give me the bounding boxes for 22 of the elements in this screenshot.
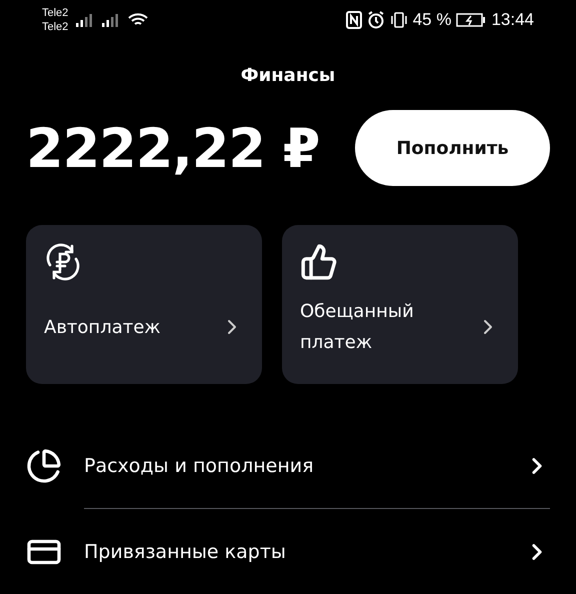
battery-charging-icon <box>456 12 486 27</box>
payment-card[interactable]: Обещанный платеж <box>282 225 518 384</box>
carrier-name: Tele2 <box>42 20 68 34</box>
page-title: Финансы <box>240 65 336 86</box>
battery-percent: 45 % <box>412 10 452 30</box>
card-label: Обещанный платеж <box>300 300 415 356</box>
carrier-name: Tele2 <box>42 6 68 20</box>
nfc-icon <box>346 10 362 29</box>
top-up-button[interactable]: Пополнить <box>355 110 550 186</box>
balance-amount: 2222,22 ₽ <box>26 116 320 180</box>
signal-icon <box>76 12 94 27</box>
card-label: Автоплатеж <box>44 316 160 340</box>
payment-card[interactable]: Автоплатеж <box>26 225 262 384</box>
ruble-cycle-icon <box>44 243 82 282</box>
alarm-icon <box>366 10 385 29</box>
thumbs-up-icon <box>300 243 338 282</box>
pie-chart-icon <box>26 448 62 484</box>
menu-item-label[interactable]: Расходы и пополнения <box>84 455 502 478</box>
signal-icon <box>102 12 120 27</box>
menu-item-label[interactable]: Привязанные карты <box>84 540 502 563</box>
clock-time: 13:44 <box>491 10 534 30</box>
vibrate-icon <box>390 10 408 29</box>
